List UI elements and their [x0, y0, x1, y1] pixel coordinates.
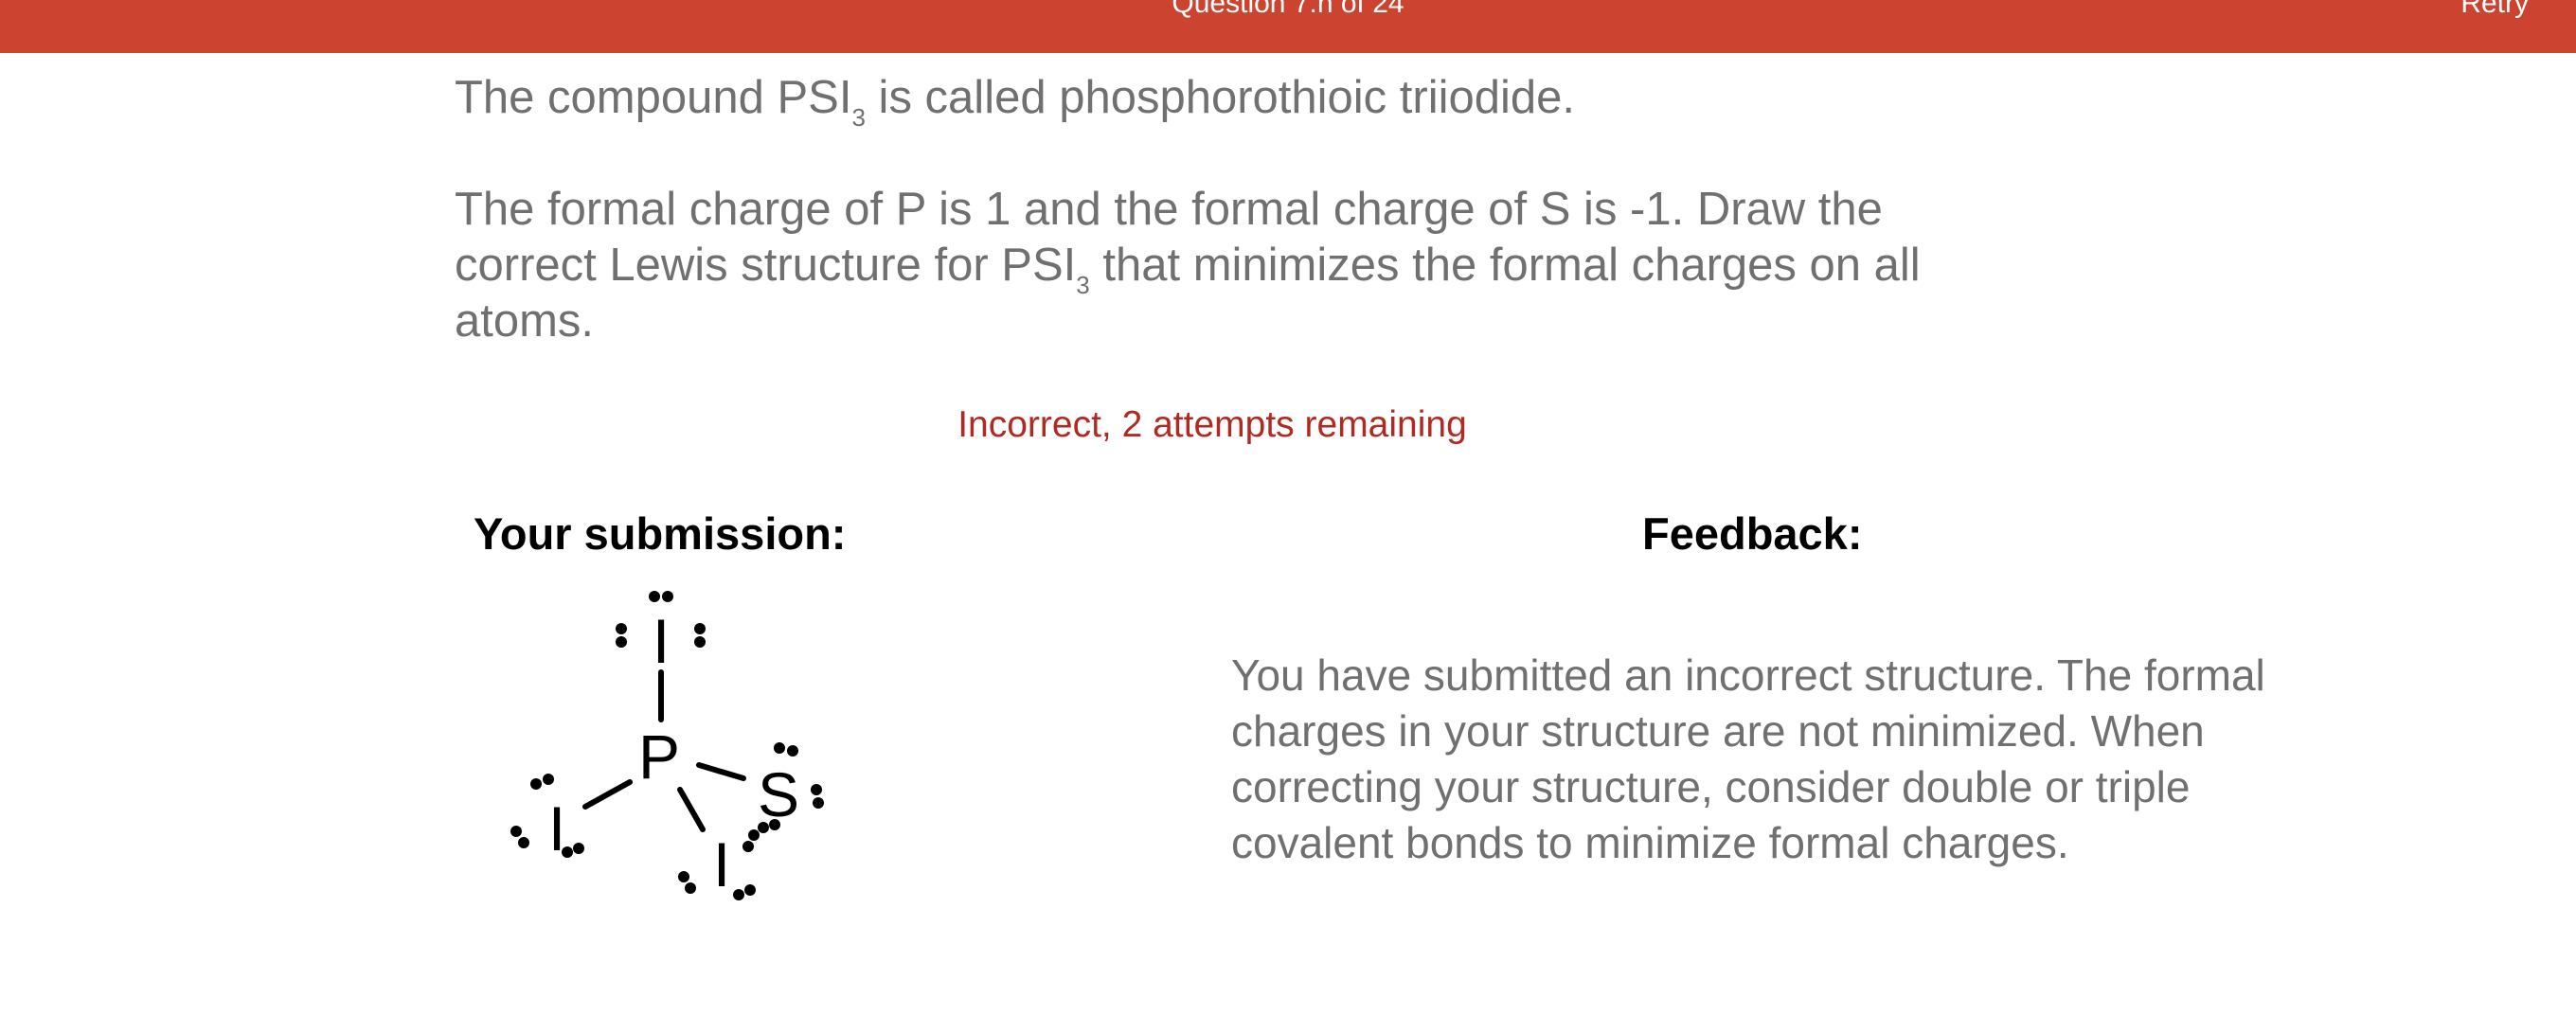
- attempt-status: Incorrect, 2 attempts remaining: [957, 404, 1467, 445]
- atom-iodine-top: I: [653, 606, 670, 676]
- feedback-message: You have submitted an incorrect structur…: [1231, 650, 2265, 867]
- bond-p-i-left: [582, 779, 633, 810]
- intro-subscript: 3: [851, 103, 866, 132]
- bond-p-s: [696, 762, 746, 781]
- retry-button[interactable]: Retry: [2460, 0, 2529, 23]
- instructions-subscript: 3: [1076, 271, 1090, 299]
- atom-sulfur: S: [758, 759, 799, 829]
- intro-text-post: is called phosphorothioic triiodide.: [865, 72, 1575, 123]
- question-intro: The compound PSI3 is called phosphorothi…: [455, 70, 1970, 130]
- feedback-heading: Feedback:: [1642, 508, 1863, 559]
- intro-text-pre: The compound PSI: [455, 72, 852, 123]
- question-header-bar: Question 7.n of 24 Retry: [0, 0, 2576, 53]
- bond-p-i-bottom: [677, 787, 706, 832]
- submission-heading: Your submission:: [474, 508, 847, 559]
- atom-iodine-bottom: I: [713, 829, 730, 899]
- question-instructions: The formal charge of P is 1 and the form…: [455, 182, 1970, 349]
- question-counter: Question 7.n of 24: [1172, 0, 1404, 19]
- atom-phosphorus: P: [638, 721, 680, 792]
- lewis-structure-diagram: P I I I S: [510, 591, 824, 900]
